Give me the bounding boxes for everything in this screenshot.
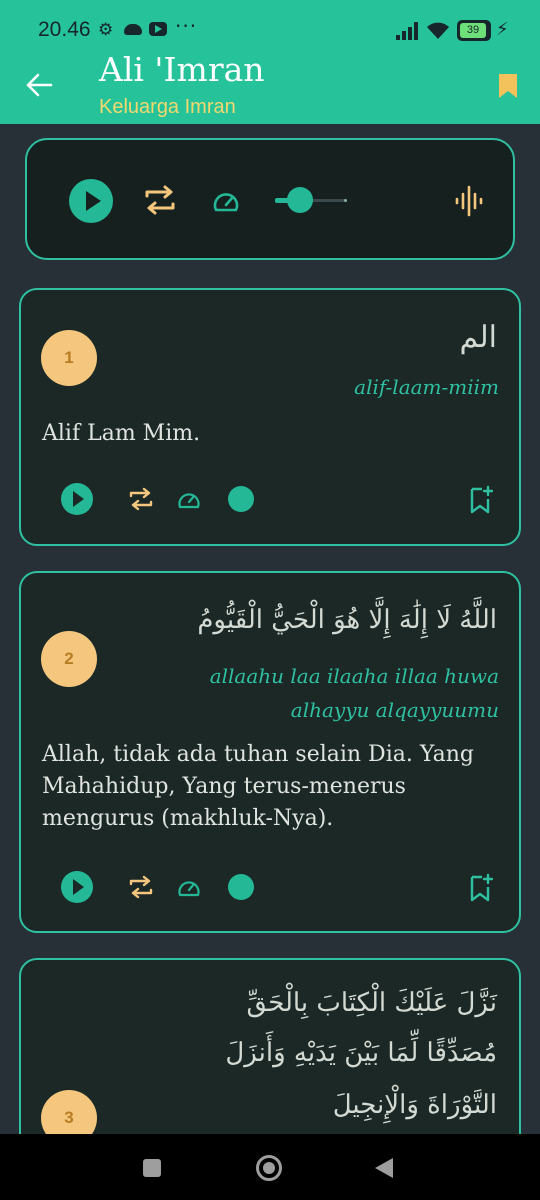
verse-arabic-line-3: التَّوْرَاةَ وَالْإِنجِيلَ bbox=[332, 1090, 497, 1120]
status-bar: 20.46 ⚙ ··· 39 ⚡ bbox=[0, 0, 540, 60]
audio-player bbox=[25, 138, 515, 260]
verse-number-badge: 1 bbox=[41, 330, 97, 386]
settings-status-icon: ⚙ bbox=[98, 20, 114, 40]
verse-transliteration-line-1: allaahu laa ilaaha illaa huwa bbox=[209, 664, 499, 688]
verse-number-badge: 2 bbox=[41, 631, 97, 687]
play-verse-button[interactable] bbox=[61, 871, 93, 903]
volume-slider[interactable] bbox=[275, 187, 351, 213]
page-subtitle: Keluarga Imran bbox=[99, 96, 236, 118]
repeat-verse-icon[interactable] bbox=[128, 873, 154, 901]
verse-translation: Alif Lam Mim. bbox=[42, 421, 201, 446]
verse-arabic-line-1: نَزَّلَ عَلَيْكَ الْكِتَابَ بِالْحَقِّ bbox=[246, 988, 497, 1018]
speed-gauge-icon[interactable] bbox=[176, 488, 202, 510]
back-arrow-icon[interactable] bbox=[24, 70, 54, 100]
verse-transliteration: alif-laam-miim bbox=[354, 375, 499, 399]
verse-transliteration-line-2: alhayyu alqayyuumu bbox=[290, 698, 499, 722]
verse-card: 2 اللَّهُ لَا إِلَٰهَ إِلَّا هُوَ الْحَي… bbox=[19, 571, 521, 933]
more-notifications-icon: ··· bbox=[175, 14, 198, 38]
verse-progress-dot[interactable] bbox=[228, 486, 254, 512]
app-header: 20.46 ⚙ ··· 39 ⚡ Ali 'Imran Keluarga Imr… bbox=[0, 0, 540, 124]
audio-wave-icon[interactable] bbox=[455, 183, 483, 219]
play-verse-button[interactable] bbox=[61, 483, 93, 515]
repeat-icon[interactable] bbox=[143, 182, 177, 218]
play-all-button[interactable] bbox=[69, 179, 113, 223]
verse-arabic-line-2: مُصَدِّقًا لِّمَا بَيْنَ يَدَيْهِ وَأَنز… bbox=[225, 1038, 497, 1068]
bookmark-add-icon[interactable] bbox=[469, 873, 493, 903]
battery-icon: 39 bbox=[457, 20, 491, 41]
verse-arabic: الم bbox=[459, 320, 497, 355]
recent-apps-button[interactable] bbox=[143, 1159, 161, 1177]
cloud-icon bbox=[124, 24, 142, 35]
slider-end-dot bbox=[344, 199, 347, 202]
battery-level: 39 bbox=[460, 23, 486, 38]
status-time: 20.46 bbox=[38, 18, 91, 41]
speed-gauge-icon[interactable] bbox=[176, 876, 202, 898]
speed-gauge-icon[interactable] bbox=[211, 188, 241, 214]
repeat-verse-icon[interactable] bbox=[128, 485, 154, 513]
bookmark-add-icon[interactable] bbox=[469, 485, 493, 515]
page-title: Ali 'Imran bbox=[99, 50, 265, 89]
verse-translation-line-1: Allah, tidak ada tuhan selain Dia. Yang bbox=[42, 742, 475, 767]
system-navigation-bar bbox=[0, 1134, 540, 1200]
verse-card: 1 الم alif-laam-miim Alif Lam Mim. bbox=[19, 288, 521, 546]
verse-arabic: اللَّهُ لَا إِلَٰهَ إِلَّا هُوَ الْحَيُّ… bbox=[197, 605, 497, 635]
slider-thumb[interactable] bbox=[287, 187, 314, 213]
verse-translation-line-2: Mahahidup, Yang terus-menerus bbox=[42, 774, 406, 799]
bookmark-icon[interactable] bbox=[497, 72, 519, 100]
youtube-icon bbox=[149, 22, 167, 36]
home-button[interactable] bbox=[256, 1155, 282, 1181]
wifi-icon bbox=[427, 22, 449, 39]
verse-translation-line-3: mengurus (makhluk-Nya). bbox=[42, 806, 334, 831]
back-button[interactable] bbox=[375, 1158, 393, 1178]
signal-icon bbox=[396, 20, 420, 40]
charging-icon: ⚡ bbox=[496, 19, 509, 40]
verse-progress-dot[interactable] bbox=[228, 874, 254, 900]
